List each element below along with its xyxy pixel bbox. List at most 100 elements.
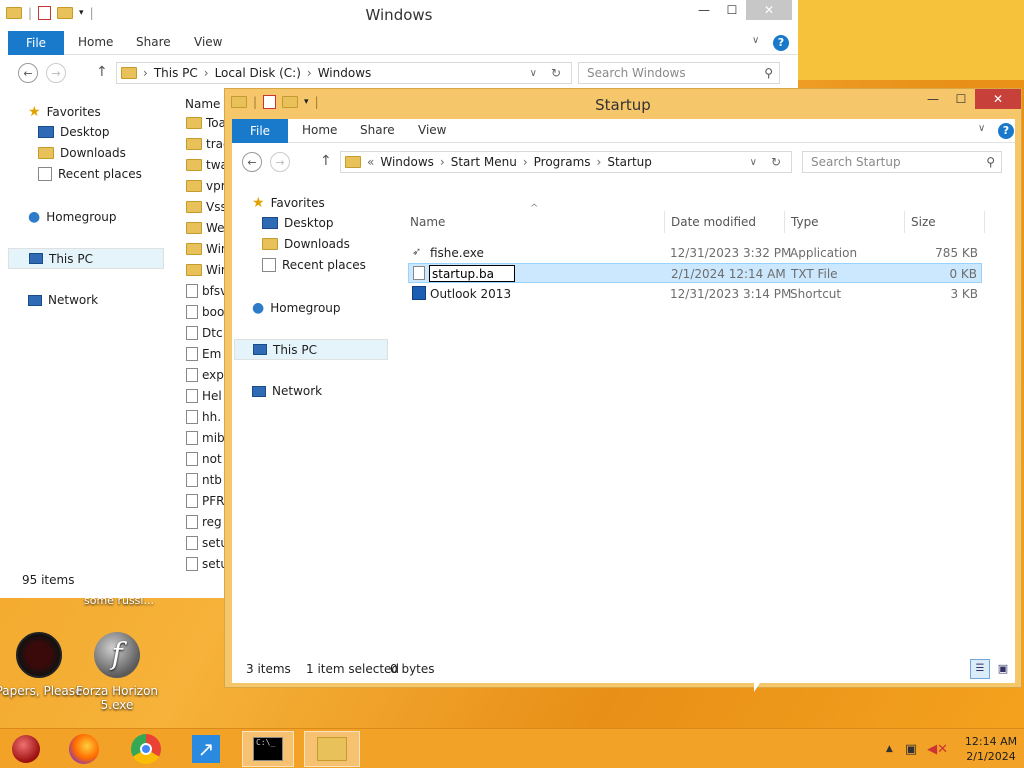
ribbon-tab-share[interactable]: Share <box>136 35 171 49</box>
nav-recent-places[interactable]: Recent places <box>38 167 142 181</box>
list-item[interactable]: Toa <box>186 114 226 132</box>
help-icon[interactable]: ? <box>773 35 789 51</box>
ribbon-tab-file[interactable]: File <box>232 119 288 143</box>
breadcrumb-start-menu[interactable]: Start Menu <box>451 155 517 169</box>
address-dropdown-icon[interactable]: ∨ <box>530 68 537 79</box>
nav-homegroup[interactable]: ● Homegroup <box>252 300 341 316</box>
search-input[interactable]: Search Startup ⚲ <box>802 151 1002 173</box>
ribbon-tab-file[interactable]: File <box>8 31 64 55</box>
expand-ribbon-icon[interactable]: ∨ <box>752 35 759 46</box>
nav-desktop[interactable]: Desktop <box>38 125 110 139</box>
network-icon <box>252 385 266 397</box>
ribbon-tab-share[interactable]: Share <box>360 123 395 137</box>
list-item[interactable]: Win <box>186 240 229 258</box>
taskbar-file-explorer[interactable] <box>304 731 360 767</box>
nav-favorites[interactable]: ★ Favorites <box>252 195 325 211</box>
list-item[interactable]: bfsv <box>186 282 227 300</box>
nav-desktop[interactable]: Desktop <box>262 216 334 230</box>
close-button[interactable]: ✕ <box>975 89 1021 109</box>
list-item[interactable]: Em <box>186 345 221 363</box>
ribbon-tab-view[interactable]: View <box>418 123 446 137</box>
list-item[interactable]: boo <box>186 303 224 321</box>
taskbar-command-prompt[interactable]: C:\_ <box>242 731 294 767</box>
list-item[interactable]: reg <box>186 513 222 531</box>
column-header-date-modified[interactable]: Date modified <box>671 215 756 229</box>
column-header-name[interactable]: Name <box>410 215 445 229</box>
clock[interactable]: 12:14 AM 2/1/2024 <box>958 734 1024 764</box>
nav-network[interactable]: Network <box>252 384 322 398</box>
show-hidden-icons-icon[interactable]: ▲ <box>886 744 893 754</box>
breadcrumb-programs[interactable]: Programs <box>534 155 591 169</box>
details-view-icon[interactable]: ☰ <box>970 659 990 679</box>
taskbar-shortcut-app[interactable]: ↗ <box>180 731 232 767</box>
taskbar-chrome[interactable] <box>120 731 172 767</box>
computer-icon <box>29 253 43 264</box>
ribbon-tab-home[interactable]: Home <box>302 123 337 137</box>
nav-homegroup[interactable]: ● Homegroup <box>28 209 117 225</box>
address-bar[interactable]: › This PC › Local Disk (C:) › Windows ∨ … <box>116 62 572 84</box>
list-item[interactable]: mib <box>186 429 225 447</box>
list-item[interactable]: Vss <box>186 198 227 216</box>
taskbar-firefox[interactable] <box>58 731 110 767</box>
list-item[interactable]: Win <box>186 261 229 279</box>
search-input[interactable]: Search Windows ⚲ <box>578 62 780 84</box>
breadcrumb-this-pc[interactable]: This PC <box>154 66 198 80</box>
list-item[interactable]: exp <box>186 366 224 384</box>
ribbon: File Home Share View ∨ ? <box>232 119 1015 143</box>
list-item[interactable]: not <box>186 450 222 468</box>
list-item[interactable]: vpr <box>186 177 226 195</box>
nav-network[interactable]: Network <box>28 293 98 307</box>
maximize-button[interactable]: ☐ <box>947 89 975 109</box>
nav-favorites[interactable]: ★ Favorites <box>28 104 101 120</box>
arrow-icon: ↗ <box>192 735 220 763</box>
list-item[interactable]: PFR <box>186 492 224 510</box>
nav-recent-places[interactable]: Recent places <box>262 258 366 272</box>
rename-input[interactable] <box>429 265 515 282</box>
expand-ribbon-icon[interactable]: ∨ <box>978 123 985 134</box>
close-button[interactable]: ✕ <box>746 0 792 20</box>
list-item[interactable]: hh. <box>186 408 221 426</box>
file-row-outlook[interactable]: Outlook 2013 12/31/2023 3:14 PM Shortcut… <box>408 284 982 304</box>
nav-downloads[interactable]: Downloads <box>262 237 350 251</box>
large-icons-view-icon[interactable]: ▣ <box>994 659 1012 679</box>
list-item[interactable]: Hel <box>186 387 222 405</box>
ribbon-tab-view[interactable]: View <box>194 35 222 49</box>
column-header-size[interactable]: Size <box>911 215 936 229</box>
refresh-icon[interactable]: ↻ <box>551 66 561 80</box>
minimize-button[interactable]: — <box>690 0 718 20</box>
address-bar[interactable]: « Windows › Start Menu › Programs › Star… <box>340 151 792 173</box>
forward-button[interactable]: → <box>270 152 290 172</box>
help-icon[interactable]: ? <box>998 123 1014 139</box>
nav-this-pc[interactable]: This PC <box>234 339 388 360</box>
list-item[interactable]: twa <box>186 156 228 174</box>
up-button[interactable]: ↑ <box>320 153 332 169</box>
file-row-startup-ba[interactable]: 2/1/2024 12:14 AM TXT File 0 KB <box>408 263 982 283</box>
breadcrumb-windows[interactable]: Windows <box>318 66 372 80</box>
list-item[interactable]: ntb <box>186 471 222 489</box>
minimize-button[interactable]: — <box>919 89 947 109</box>
back-button[interactable]: ← <box>18 63 38 83</box>
breadcrumb-startup[interactable]: Startup <box>607 155 652 169</box>
list-item[interactable]: setu <box>186 534 228 552</box>
up-button[interactable]: ↑ <box>96 64 108 80</box>
list-item[interactable]: Dtc <box>186 324 223 342</box>
taskbar-ornament-app[interactable] <box>0 731 52 767</box>
forward-button[interactable]: → <box>46 63 66 83</box>
desktop-icon-forza-horizon[interactable]: f Forza Horizon 5.exe <box>72 632 162 712</box>
breadcrumb-windows[interactable]: Windows <box>380 155 434 169</box>
back-button[interactable]: ← <box>242 152 262 172</box>
column-header-type[interactable]: Type <box>791 215 819 229</box>
list-item[interactable]: We <box>186 219 225 237</box>
breadcrumb-local-disk[interactable]: Local Disk (C:) <box>215 66 301 80</box>
file-row-fishe[interactable]: ➶ fishe.exe 12/31/2023 3:32 PM Applicati… <box>408 243 982 263</box>
nav-downloads[interactable]: Downloads <box>38 146 126 160</box>
maximize-button[interactable]: ☐ <box>718 0 746 20</box>
refresh-icon[interactable]: ↻ <box>771 155 781 169</box>
address-dropdown-icon[interactable]: ∨ <box>750 157 757 168</box>
ribbon-tab-home[interactable]: Home <box>78 35 113 49</box>
list-item[interactable]: setu <box>186 555 228 573</box>
column-header-name[interactable]: Name <box>185 97 220 111</box>
network-status-icon[interactable]: ▣ <box>905 742 917 757</box>
volume-muted-icon[interactable]: ◀✕ <box>927 742 948 757</box>
nav-this-pc[interactable]: This PC <box>8 248 164 269</box>
